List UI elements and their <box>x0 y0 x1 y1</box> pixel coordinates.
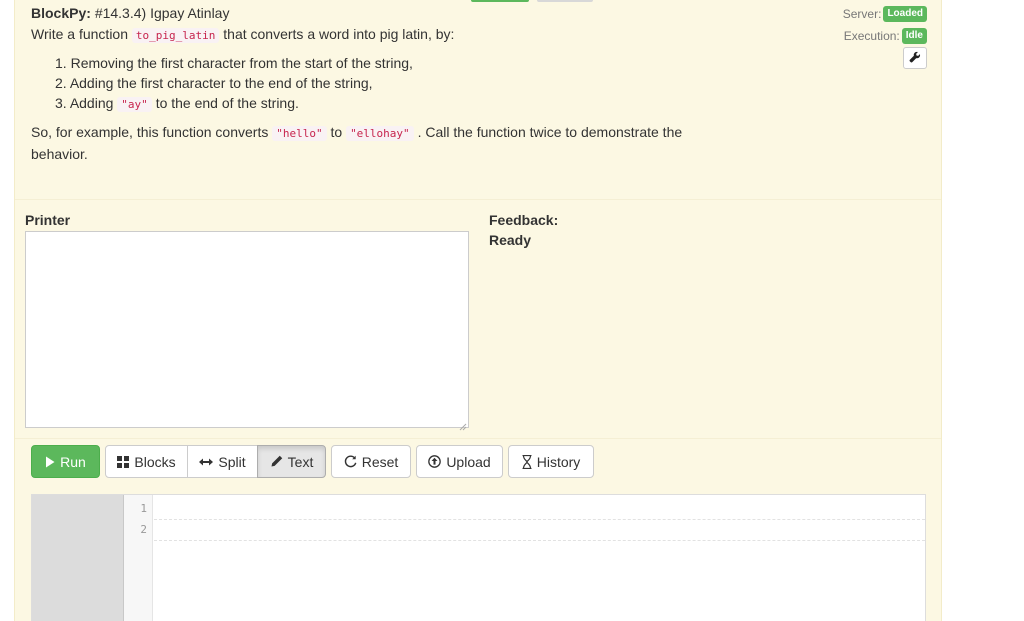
blocks-grid-icon <box>117 455 130 468</box>
history-button-label: History <box>536 453 581 470</box>
problem-title: BlockPy: #14.3.4) Igpay Atinlay <box>31 5 229 21</box>
example-text-before: So, for example, this function converts <box>31 124 269 140</box>
list-item: 2. Adding the first character to the end… <box>55 73 413 93</box>
feedback-label: Feedback: <box>489 212 559 228</box>
status-panel: Server: Loaded Execution: Idle <box>843 3 927 47</box>
problem-id: #14.3.4) Igpay Atinlay <box>94 5 230 21</box>
intro-text-after: that converts a word into pig latin, by: <box>223 26 455 42</box>
upload-circle-icon <box>428 455 442 468</box>
text-mode-button[interactable]: Text <box>257 445 326 478</box>
refresh-icon <box>344 455 357 468</box>
horizontal-arrows-icon <box>199 457 214 467</box>
printer-label: Printer <box>25 212 71 228</box>
server-status: Server: Loaded <box>843 3 927 25</box>
editor-gutter <box>32 495 123 621</box>
step-number: 1. <box>55 55 67 71</box>
intro-text-before: Write a function <box>31 26 129 42</box>
step-text: Adding <box>69 95 114 111</box>
run-button-label: Run <box>60 453 86 470</box>
line-number: 1 <box>140 502 147 515</box>
upload-button-label: Upload <box>446 453 491 470</box>
code-editor[interactable]: 1 2 <box>31 494 926 621</box>
example-input-code: "hello" <box>272 126 327 141</box>
example-to-text: to <box>330 124 343 140</box>
example-text: So, for example, this function converts … <box>31 122 711 164</box>
play-icon <box>45 456 55 468</box>
blocks-button-label: Blocks <box>134 453 176 470</box>
step-text: Adding the first character to the end of… <box>69 75 373 91</box>
upload-button[interactable]: Upload <box>416 445 503 478</box>
printer-output[interactable] <box>25 231 469 431</box>
resize-grip-icon[interactable] <box>459 418 467 431</box>
reset-button[interactable]: Reset <box>331 445 411 478</box>
step-number: 3. <box>55 95 67 111</box>
split-button-label: Split <box>218 453 246 470</box>
line-number-gutter: 1 2 <box>123 495 153 621</box>
step-text: to the end of the string. <box>155 95 299 111</box>
execution-status-badge: Idle <box>901 28 927 44</box>
problem-description: BlockPy: #14.3.4) Igpay Atinlay Write a … <box>15 0 941 200</box>
list-item: 1. Removing the first character from the… <box>55 53 413 73</box>
list-item: 3. Adding "ay" to the end of the string. <box>55 93 413 115</box>
step-number: 2. <box>55 75 67 91</box>
app-name: BlockPy: <box>31 5 91 21</box>
wrench-icon <box>909 50 921 66</box>
split-mode-button[interactable]: Split <box>187 445 258 478</box>
feedback-message: Ready <box>489 232 532 248</box>
blockpy-panel: BlockPy: #14.3.4) Igpay Atinlay Write a … <box>14 0 942 621</box>
step-code: "ay" <box>117 97 152 112</box>
hourglass-icon <box>522 454 532 469</box>
run-button[interactable]: Run <box>31 445 100 478</box>
server-status-badge: Loaded <box>883 6 927 22</box>
history-button[interactable]: History <box>508 445 594 478</box>
line-number: 2 <box>140 523 147 536</box>
problem-intro: Write a function to_pig_latin that conve… <box>31 24 711 46</box>
step-text: Removing the first character from the st… <box>70 55 413 71</box>
steps-list: 1. Removing the first character from the… <box>55 53 413 115</box>
code-line[interactable] <box>154 520 925 541</box>
pencil-icon <box>270 455 283 468</box>
settings-button[interactable] <box>903 47 927 69</box>
execution-status: Execution: Idle <box>843 25 927 47</box>
blocks-mode-button[interactable]: Blocks <box>105 445 188 478</box>
reset-button-label: Reset <box>361 453 399 470</box>
toolbar: Run Blocks Split Text Reset Upload Histo… <box>15 438 941 493</box>
code-line[interactable] <box>154 499 925 520</box>
text-button-label: Text <box>287 453 314 470</box>
execution-status-label: Execution: <box>843 29 900 43</box>
function-name-code: to_pig_latin <box>131 28 220 43</box>
example-output-code: "ellohay" <box>346 126 414 141</box>
server-status-label: Server: <box>842 7 882 21</box>
